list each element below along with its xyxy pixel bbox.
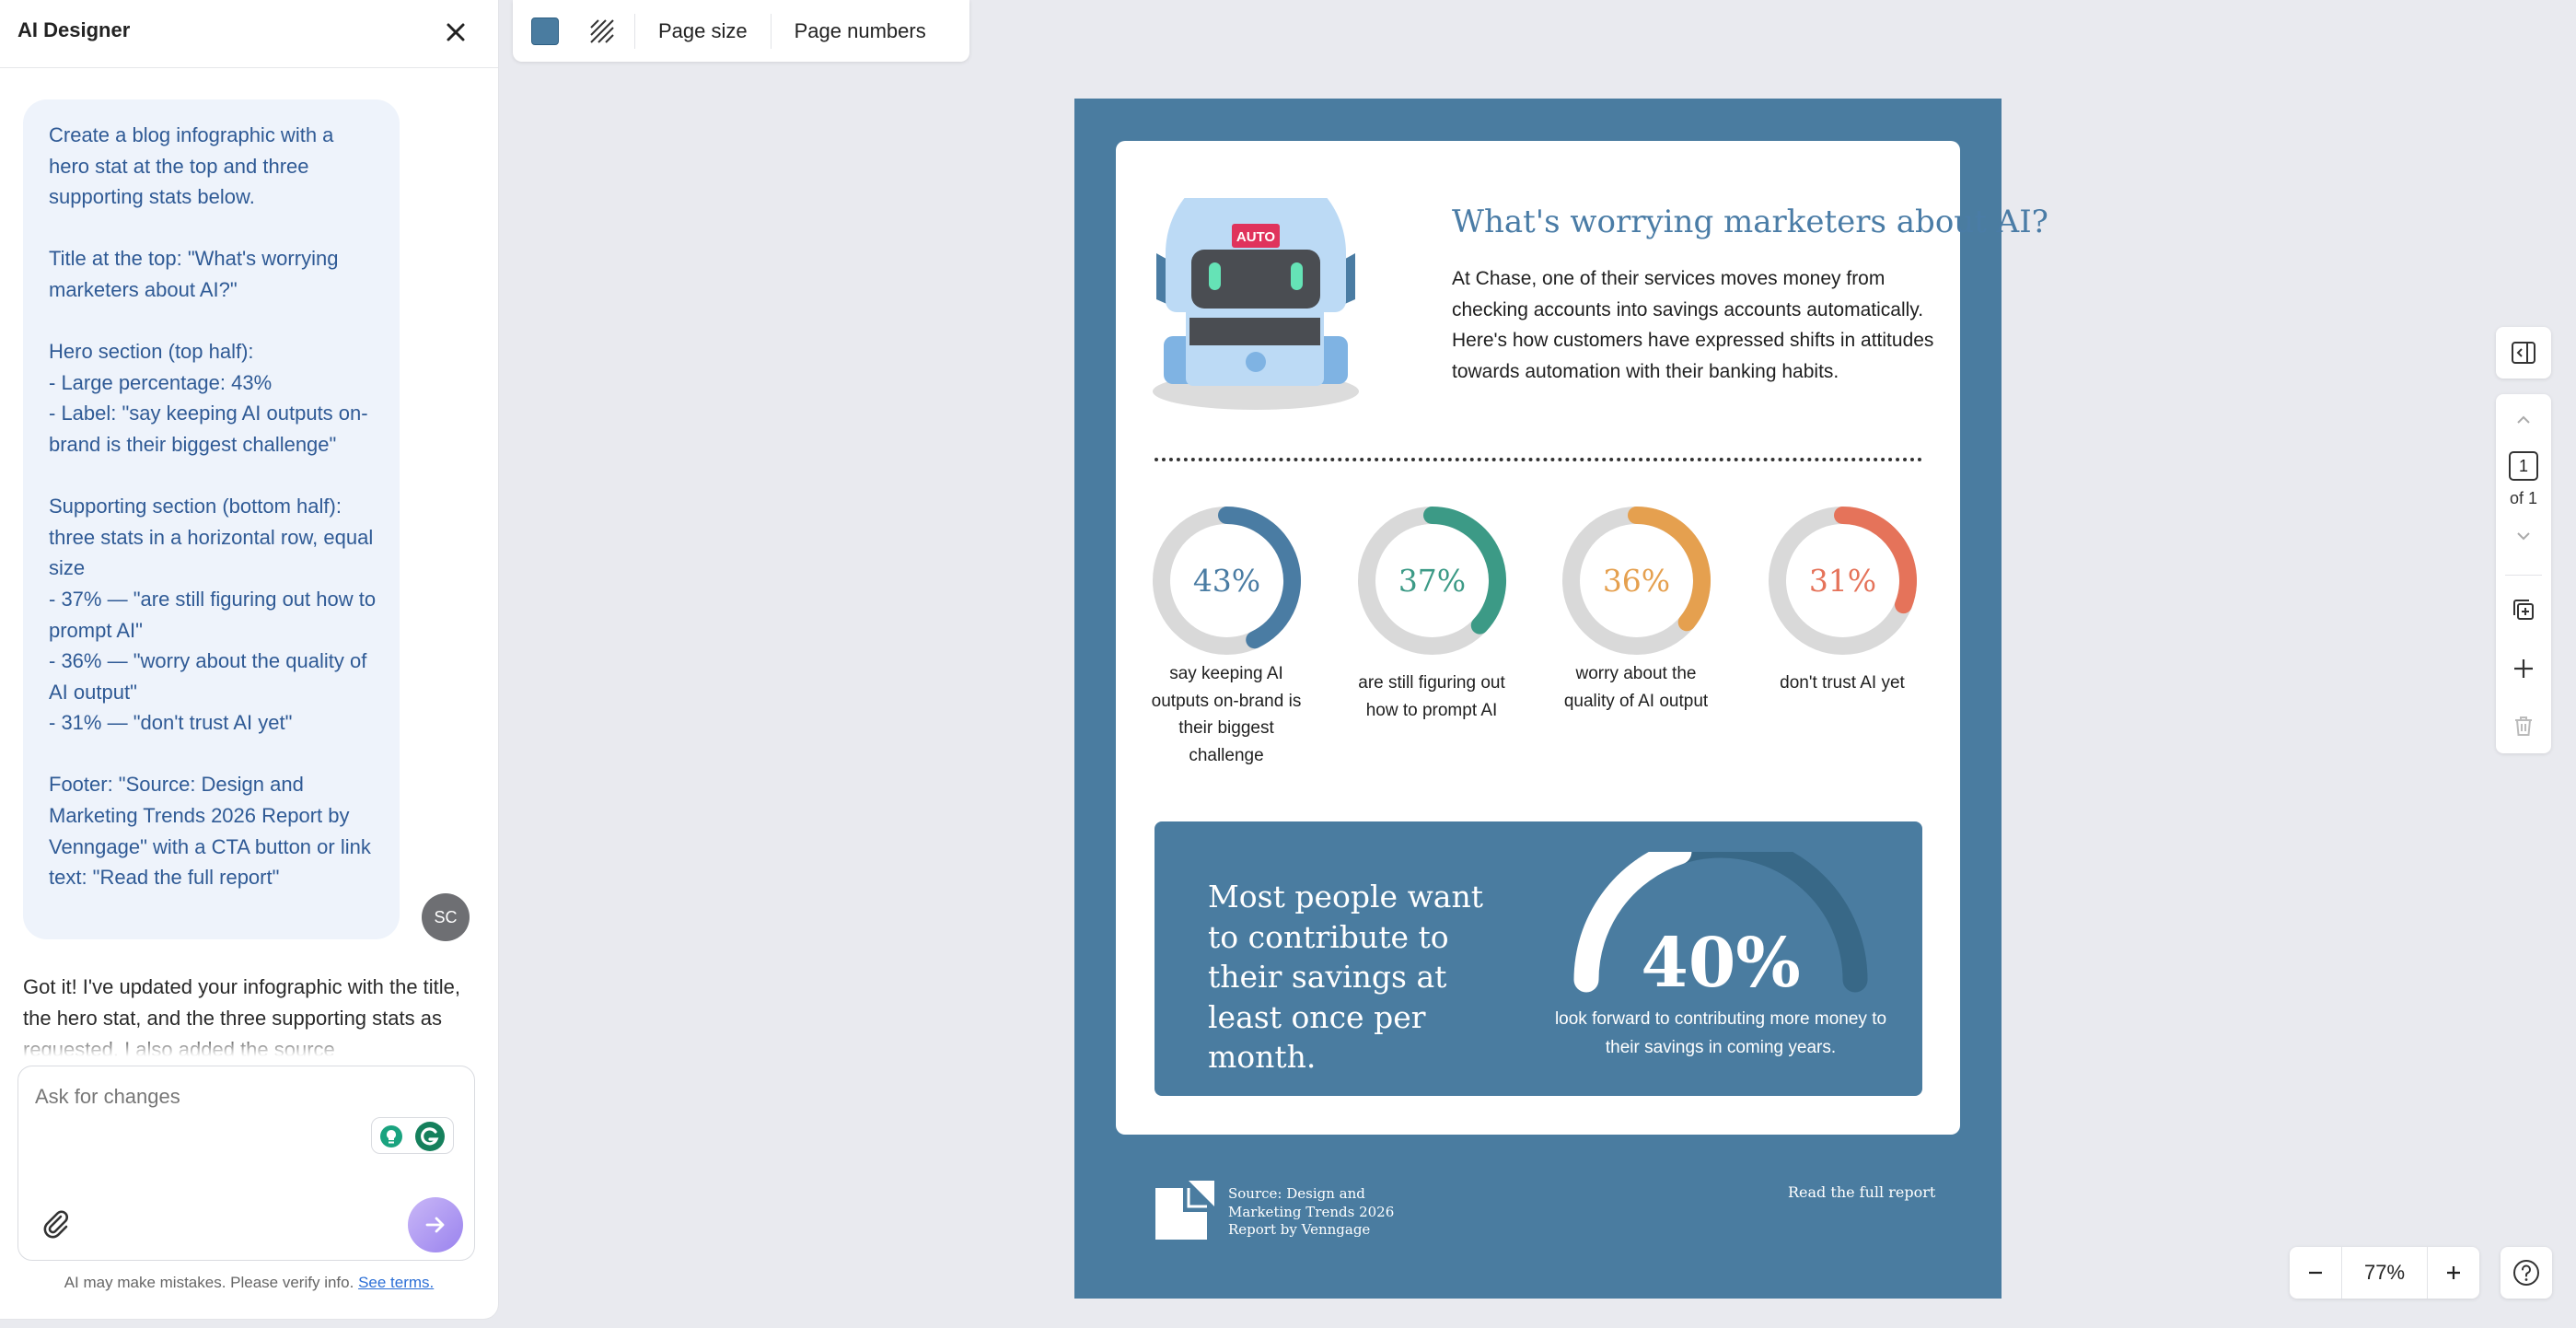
paperclip-icon — [43, 1210, 68, 1239]
donut-chart: 31% — [1768, 507, 1917, 655]
grammarly-icon[interactable] — [414, 1121, 446, 1152]
navigator-separator — [2505, 575, 2542, 576]
zoom-control: 77% — [2290, 1247, 2479, 1299]
stat-value: 37% — [1398, 563, 1465, 599]
extension-icons — [371, 1117, 454, 1154]
user-message-bubble: Create a blog infographic with a hero st… — [23, 99, 400, 939]
plus-icon — [2514, 659, 2533, 678]
zoom-level[interactable]: 77% — [2341, 1247, 2428, 1299]
user-avatar: SC — [422, 893, 470, 941]
zoom-in-button[interactable] — [2428, 1247, 2479, 1299]
pattern-button[interactable] — [588, 17, 616, 45]
donut-chart: 36% — [1561, 507, 1711, 655]
page-size-button[interactable]: Page size — [635, 0, 771, 62]
stat-item[interactable]: 31% don't trust AI yet — [1759, 505, 1925, 697]
dotted-divider — [1155, 458, 1922, 461]
panel-title: AI Designer — [17, 18, 131, 41]
user-message-text: Create a blog infographic with a hero st… — [49, 123, 377, 890]
duplicate-page-button[interactable] — [2496, 591, 2551, 628]
trash-icon — [2515, 716, 2532, 736]
hero-label: look forward to contributing more money … — [1554, 1009, 1887, 1057]
ai-designer-panel: AI Designer Create a blog infographic wi… — [0, 0, 498, 1319]
stat-label: say keeping AI outputs on-brand is their… — [1151, 664, 1302, 765]
lightbulb-icon[interactable] — [379, 1124, 403, 1148]
page-count-label: of 1 — [2509, 489, 2538, 507]
stat-item[interactable]: 37% are still figuring out how to prompt… — [1349, 505, 1514, 724]
next-page-button[interactable] — [2496, 518, 2551, 554]
see-terms-link[interactable]: See terms. — [358, 1274, 434, 1291]
stat-label: don't trust AI yet — [1780, 673, 1905, 693]
infographic-page[interactable]: AUTO What's worrying marketers about AI?… — [1074, 99, 2048, 1299]
page-navigator: 1 of 1 — [2496, 394, 2551, 753]
chevron-down-icon — [2517, 532, 2530, 541]
stat-value: 36% — [1602, 563, 1669, 599]
plus-icon — [2447, 1266, 2460, 1279]
sidebar-panel-icon — [2512, 342, 2535, 364]
background-color-swatch[interactable] — [531, 17, 559, 45]
ai-disclaimer: AI may make mistakes. Please verify info… — [0, 1274, 498, 1292]
hero-value: 40% — [1641, 924, 1800, 1003]
duplicate-icon — [2513, 600, 2534, 620]
help-icon — [2513, 1260, 2539, 1286]
arrow-right-icon — [425, 1217, 445, 1233]
chat-input-box — [17, 1066, 475, 1261]
robot-badge-text: AUTO — [1236, 229, 1276, 245]
hatch-pattern-icon — [590, 18, 614, 43]
delete-page-button[interactable] — [2496, 707, 2551, 744]
infographic-title[interactable]: What's worrying marketers about AI? — [1452, 204, 2048, 240]
design-toolbar: Page size Page numbers — [513, 0, 969, 62]
page-numbers-button[interactable]: Page numbers — [772, 0, 949, 62]
donut-chart: 37% — [1357, 507, 1506, 655]
stat-label: worry about the quality of AI output — [1563, 664, 1709, 711]
hero-text: Most people want to contribute to their … — [1208, 879, 1483, 1075]
current-page-number[interactable]: 1 — [2509, 451, 2538, 481]
chevron-up-icon — [2517, 415, 2530, 424]
robot-eye-right — [1291, 262, 1303, 290]
send-button[interactable] — [408, 1197, 463, 1252]
infographic-card[interactable]: AUTO What's worrying marketers about AI?… — [1116, 141, 2048, 1135]
close-icon — [447, 23, 465, 41]
robot-chest — [1189, 318, 1320, 345]
ask-for-changes-input[interactable] — [35, 1085, 440, 1109]
read-full-report-link[interactable]: Read the full report — [1788, 1183, 1935, 1201]
stat-label: are still figuring out how to prompt AI — [1358, 673, 1505, 720]
venngage-logo[interactable] — [1155, 1181, 1214, 1240]
minus-icon — [2309, 1271, 2322, 1275]
help-button[interactable] — [2501, 1247, 2552, 1299]
robot-illustration[interactable]: AUTO — [1153, 198, 1364, 419]
zoom-out-button[interactable] — [2290, 1247, 2341, 1299]
collapse-sidebar-button[interactable] — [2496, 327, 2551, 379]
robot-eye-left — [1209, 262, 1221, 290]
donut-chart: 43% — [1152, 507, 1301, 655]
infographic-intro[interactable]: At Chase, one of their services moves mo… — [1452, 263, 1949, 387]
ai-response-message: Got it! I've updated your infographic wi… — [23, 972, 474, 1056]
stat-value: 31% — [1808, 563, 1875, 599]
hero-stat-box[interactable]: Most people want to contribute to their … — [1155, 821, 1922, 1096]
previous-page-button[interactable] — [2496, 402, 2551, 438]
close-panel-button[interactable] — [440, 17, 471, 48]
robot-button — [1246, 352, 1266, 372]
attach-file-button[interactable] — [39, 1206, 72, 1240]
disclaimer-text: AI may make mistakes. Please verify info… — [64, 1274, 354, 1291]
stat-item[interactable]: 36% worry about the quality of AI output — [1553, 505, 1719, 715]
stat-item[interactable]: 43% say keeping AI outputs on-brand is t… — [1143, 505, 1309, 769]
panel-header: AI Designer — [0, 0, 498, 68]
stat-value: 43% — [1192, 563, 1259, 599]
add-page-button[interactable] — [2496, 650, 2551, 687]
footer-source[interactable]: Source: Design and Marketing Trends 2026… — [1228, 1185, 1394, 1240]
